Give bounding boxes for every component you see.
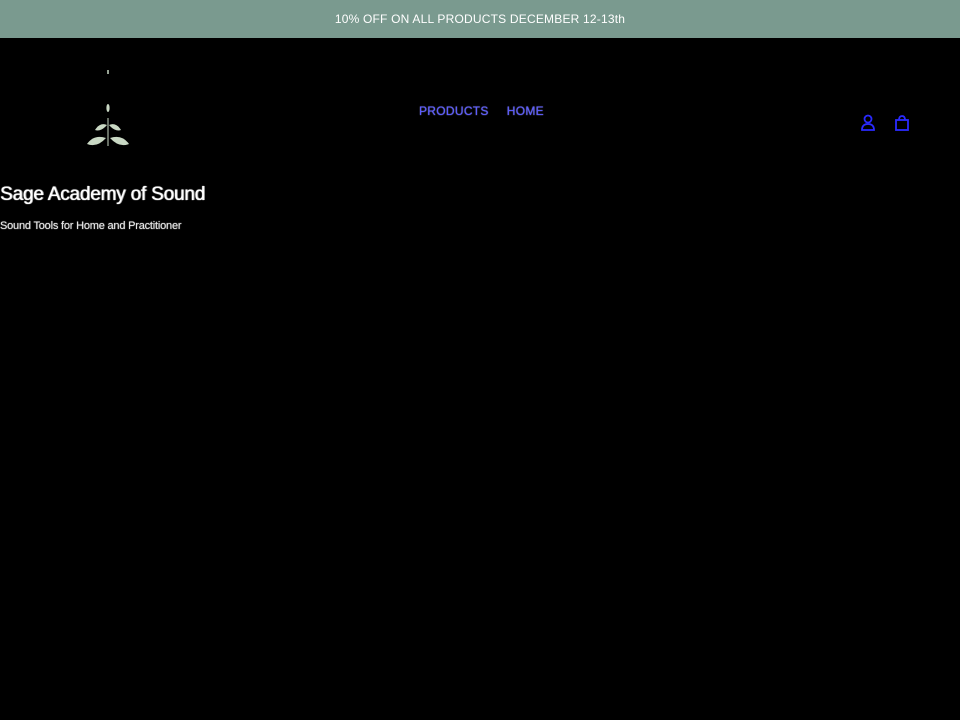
main-nav: PRODUCTS HOME	[419, 104, 544, 118]
site-header: PRODUCTS HOME	[0, 38, 960, 178]
site-tagline: Sound Tools for Home and Practitioner	[0, 220, 182, 232]
cart-icon[interactable]	[894, 114, 910, 132]
site-title: Sage Academy of Sound	[0, 184, 205, 205]
site-logo[interactable]	[82, 68, 134, 156]
account-icon[interactable]	[860, 114, 876, 132]
announcement-text: 10% OFF ON ALL PRODUCTS DECEMBER 12-13th	[334, 12, 626, 26]
hero: Sage Academy of Sound Sound Tools for Ho…	[0, 184, 205, 232]
header-icons	[860, 114, 910, 132]
announcement-bar: 10% OFF ON ALL PRODUCTS DECEMBER 12-13th	[0, 0, 960, 38]
nav-products[interactable]: PRODUCTS	[419, 104, 489, 118]
leaf-logo-icon	[87, 70, 129, 146]
nav-home[interactable]: HOME	[507, 104, 544, 118]
